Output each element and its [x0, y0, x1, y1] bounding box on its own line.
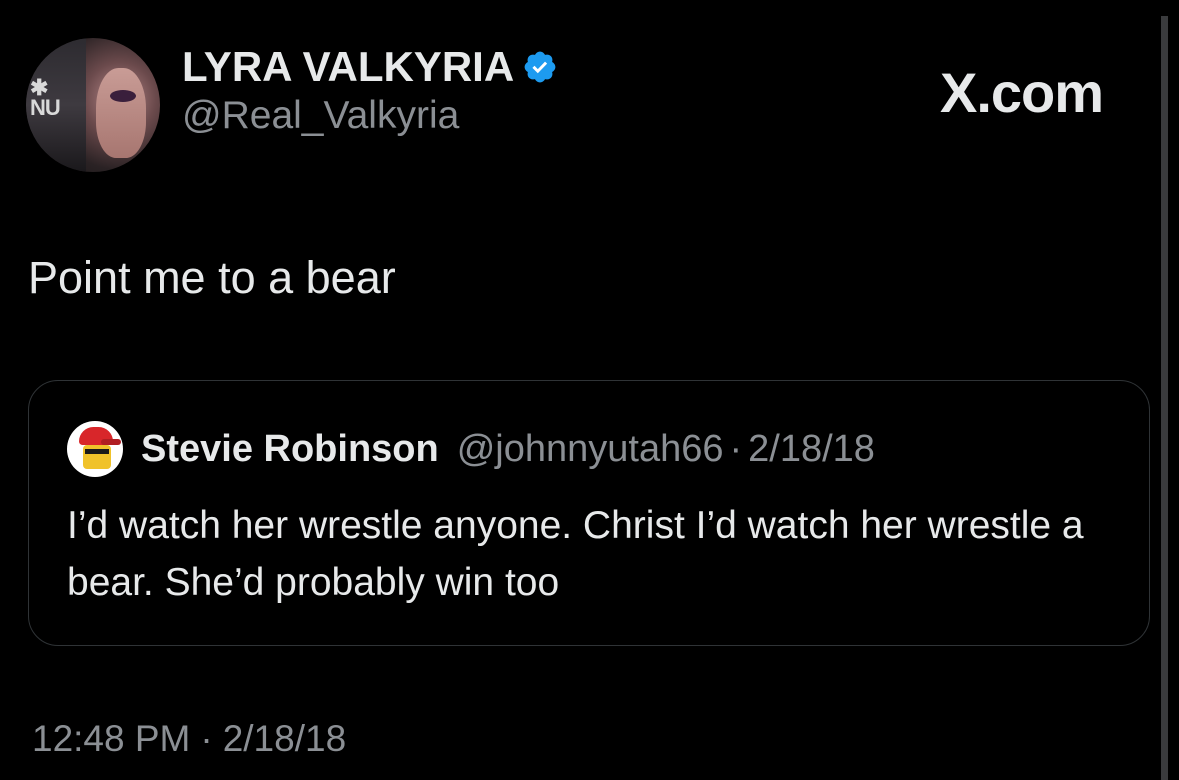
nxt-uk-logo: ✱ NU	[30, 75, 61, 120]
quoted-tweet-header: Stevie Robinson @johnnyutah66 · 2/18/18	[67, 421, 875, 477]
scrollbar[interactable]	[1161, 16, 1168, 780]
quoted-tweet-text: I’d watch her wrestle anyone. Christ I’d…	[67, 504, 1084, 604]
quoted-tweet-card[interactable]: Stevie Robinson @johnnyutah66 · 2/18/18 …	[28, 380, 1150, 646]
verified-badge-icon	[524, 51, 556, 83]
tweet-date[interactable]: 2/18/18	[223, 718, 346, 759]
avatar-face	[96, 68, 146, 158]
quoted-author-name[interactable]: Stevie Robinson	[141, 428, 439, 471]
quoted-author-handle[interactable]: @johnnyutah66	[457, 428, 724, 471]
avatar-glasses	[85, 449, 109, 454]
quoted-tweet-date[interactable]: 2/18/18	[748, 428, 875, 471]
display-name-row: LYRA VALKYRIA	[182, 42, 558, 92]
tweet-header: ✱ NU LYRA VALKYRIA @Real_Valkyria	[26, 38, 558, 172]
author-display-name[interactable]: LYRA VALKYRIA	[182, 42, 514, 92]
quoted-author-avatar[interactable]	[67, 421, 123, 477]
quoted-separator: ·	[729, 427, 743, 470]
author-names: LYRA VALKYRIA @Real_Valkyria	[182, 42, 558, 140]
x-com-logo: X.com	[940, 61, 1104, 124]
tweet-meta: 12:48 PM · 2/18/18	[32, 718, 346, 760]
avatar-eye	[110, 90, 136, 102]
meta-separator: ·	[200, 718, 213, 759]
tweet-time[interactable]: 12:48 PM	[32, 718, 190, 759]
author-avatar[interactable]: ✱ NU	[26, 38, 160, 172]
tweet-text: Point me to a bear	[28, 252, 396, 303]
author-handle[interactable]: @Real_Valkyria	[182, 92, 558, 140]
